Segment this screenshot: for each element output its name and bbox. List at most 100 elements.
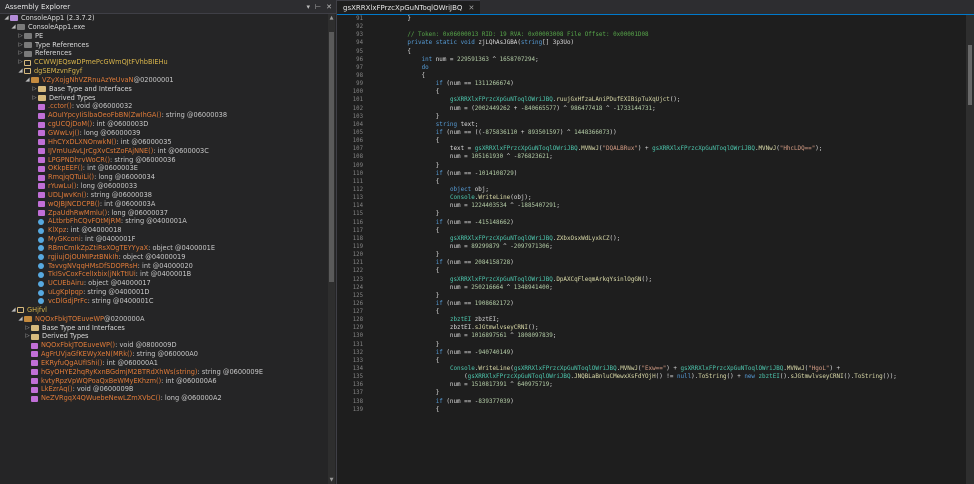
code-line[interactable]: if (num == 1908682172) — [379, 300, 974, 308]
code-line[interactable]: if (num == ((-875836110 + 893501597) ^ 1… — [379, 129, 974, 137]
code-line[interactable] — [379, 23, 974, 31]
tree-node[interactable]: EKRyfuQgAUfIShi() : int @060000A1 — [0, 359, 327, 368]
code-line[interactable]: } — [379, 162, 974, 170]
tree-node[interactable]: UDLJwvKn() : string @06000038 — [0, 191, 327, 200]
tree-node[interactable]: RmqjqQTuiLi() : long @06000034 — [0, 173, 327, 182]
collapsed-arrow-icon[interactable]: ▷ — [17, 41, 24, 50]
tree-node[interactable]: .cctor() : void @06000032 — [0, 102, 327, 111]
tree-node[interactable]: GWwLvj() : long @06000039 — [0, 129, 327, 138]
code-line[interactable]: { — [379, 137, 974, 145]
expanded-arrow-icon[interactable]: ◢ — [17, 67, 24, 76]
code-line[interactable]: } — [379, 210, 974, 218]
collapsed-arrow-icon[interactable]: ▷ — [17, 58, 24, 67]
code-line[interactable]: } — [379, 292, 974, 300]
tree-node[interactable]: ▷ Derived Types — [0, 94, 327, 103]
tree-node[interactable]: ◢ GHjfvl — [0, 306, 327, 315]
code-line[interactable]: // Token: 0x06000013 RID: 19 RVA: 0x0000… — [379, 31, 974, 39]
tree-node[interactable]: OKkpEEF() : int @0600003E — [0, 164, 327, 173]
pin-icon[interactable]: ⊢ — [315, 3, 321, 11]
tree-node[interactable]: rYuwLu() : long @06000033 — [0, 182, 327, 191]
tree-node[interactable]: cgUCQjDoM() : int @0600003D — [0, 120, 327, 129]
code-line[interactable]: num = 1224403534 ^ -1885407291; — [379, 202, 974, 210]
close-icon[interactable]: ✕ — [468, 4, 474, 12]
code-line[interactable]: gsXRRXlxFPrzcXpGuNToqlOWriJBQ.ZXbxOsxWdL… — [379, 235, 974, 243]
tree-node[interactable]: vcDlGdjPrFc : string @0400001C — [0, 297, 327, 306]
tree-node[interactable]: ◢ dgSEMzvnFgyf — [0, 67, 327, 76]
code-line[interactable]: text = gsXRRXlxFPrzcXpGuNToqlOWriJBQ.MVN… — [379, 145, 974, 153]
code-line[interactable]: num = 1016897561 ^ 1808097839; — [379, 332, 974, 340]
tree-node[interactable]: AOuIYpcyIiSlbaOeoFbBN(ZwIhGA() : string … — [0, 111, 327, 120]
code-line[interactable]: if (num == -940740149) — [379, 349, 974, 357]
code-editor[interactable]: 91 92 93 94 95 96 97 98 99 100 101 102 103 104 105 106 1… — [337, 15, 974, 484]
scroll-down-icon[interactable]: ▼ — [328, 477, 335, 483]
tree-node[interactable]: kvtyRpzVpWQPoaQxBeWMyEKhzm() : int @0600… — [0, 377, 327, 386]
code-line[interactable]: } — [379, 389, 974, 397]
tree-node[interactable]: ◢ VZyXojgNhVZRnuAzYeUvaN @02000001 — [0, 76, 327, 85]
tree-node[interactable]: ▷ References — [0, 49, 327, 58]
collapsed-arrow-icon[interactable]: ▷ — [31, 85, 38, 94]
expanded-arrow-icon[interactable]: ◢ — [17, 315, 24, 324]
code-line[interactable]: { — [379, 227, 974, 235]
code-line[interactable]: if (num == -839377039) — [379, 398, 974, 406]
scrollbar-thumb[interactable] — [329, 32, 334, 282]
tree-node[interactable]: ▷ Type References — [0, 41, 327, 50]
expanded-arrow-icon[interactable]: ◢ — [10, 23, 17, 32]
tree-node[interactable]: LPGPNDhrvWoCR() : string @06000036 — [0, 156, 327, 165]
tree-node[interactable]: ◢ NQOxFbkJTOEuveWP @0200000A — [0, 315, 327, 324]
collapsed-arrow-icon[interactable]: ▷ — [17, 32, 24, 41]
tree-node[interactable]: KlXpz : int @04000018 — [0, 226, 327, 235]
code-line[interactable]: num = 105161930 ^ -876823621; — [379, 153, 974, 161]
code-line[interactable]: { — [379, 406, 974, 414]
code-line[interactable]: } — [379, 341, 974, 349]
code-line[interactable]: { — [379, 88, 974, 96]
code-line[interactable]: num = 89299879 ^ -2097971306; — [379, 243, 974, 251]
tree-node[interactable]: NeZVRgqX4QWuebeNewLZmXVbC() : long @0600… — [0, 394, 327, 403]
tree-node[interactable]: RBmCmIkZpZtiRsXOgTEYYyaX : object @04000… — [0, 244, 327, 253]
code-line[interactable]: { — [379, 48, 974, 56]
tree-node[interactable]: TkISvCoxFcelIxbix(jNkTtIUi : int @040000… — [0, 270, 327, 279]
close-icon[interactable]: ✕ — [326, 3, 332, 11]
code-line[interactable]: { — [379, 178, 974, 186]
code-line[interactable]: int num = 229591363 ^ 1658707294; — [379, 56, 974, 64]
code-line[interactable]: string text; — [379, 121, 974, 129]
code-line[interactable]: zbztEI zbztEI; — [379, 316, 974, 324]
code-line[interactable]: num = 1510817391 ^ 640975719; — [379, 381, 974, 389]
tree-node[interactable]: HhCYxDLXNOnwkN() : int @06000035 — [0, 138, 327, 147]
collapsed-arrow-icon[interactable]: ▷ — [24, 324, 31, 333]
tree-node[interactable]: ZpaUdhRwMmlu() : long @06000037 — [0, 209, 327, 218]
code-line[interactable]: (gsXRRXlxFPrzcXpGuNToqlOWriJBQ.JNQBLaBnl… — [379, 373, 974, 381]
code-line[interactable]: { — [379, 72, 974, 80]
code-line[interactable]: Console.WriteLine(obj); — [379, 194, 974, 202]
expanded-arrow-icon[interactable]: ◢ — [3, 14, 10, 23]
code-line[interactable]: private static void zjLQhAsJGBA(string[]… — [379, 39, 974, 47]
tree-node[interactable]: ALtbrbFhCQvFOtMjRM : string @0400001A — [0, 217, 327, 226]
code-area[interactable]: } // Token: 0x06000013 RID: 19 RVA: 0x00… — [379, 15, 974, 484]
collapsed-arrow-icon[interactable]: ▷ — [31, 94, 38, 103]
code-line[interactable]: { — [379, 357, 974, 365]
tree-node[interactable]: NQOxFbkJTOEuveWP() : void @0800009D — [0, 341, 327, 350]
code-line[interactable]: if (num == -415148662) — [379, 219, 974, 227]
code-line[interactable]: if (num == -1014108729) — [379, 170, 974, 178]
tree-node[interactable]: rgjiujOjOUMIPztBNkIh : object @04000019 — [0, 253, 327, 262]
code-line[interactable]: { — [379, 308, 974, 316]
code-line[interactable]: gsXRRXlxFPrzcXpGuNToqlOWriJBQ.DpAXCqFleq… — [379, 276, 974, 284]
tree-node[interactable]: AgFrUVjaGfKEWyXeN(MRk() : string @060000… — [0, 350, 327, 359]
expanded-arrow-icon[interactable]: ◢ — [24, 76, 31, 85]
tree-node[interactable]: ▷ Base Type and Interfaces — [0, 324, 327, 333]
tree-node[interactable]: hGyOHYE2hqRyKxnBGdmjM2BTRdXhWs(string) :… — [0, 368, 327, 377]
tree-node[interactable]: IJVmUuAvLJrCgXvCstZoFAjNNE() : int @0600… — [0, 147, 327, 156]
code-line[interactable]: gsXRRXlxFPrzcXpGuNToqlOWriJBQ.ruujGxHfza… — [379, 96, 974, 104]
explorer-scrollbar[interactable]: ▲ ▼ — [328, 14, 335, 484]
tree-node[interactable]: ◢ ConsoleApp1.exe — [0, 23, 327, 32]
assembly-tree[interactable]: ◢ ConsoleApp1 (2.3.7.2) ◢ ConsoleApp1.exe ▷ P… — [0, 14, 327, 484]
tree-node[interactable]: ▷ Derived Types — [0, 332, 327, 341]
code-line[interactable]: num = (2002449262 + -840665577) ^ 986477… — [379, 105, 974, 113]
collapsed-arrow-icon[interactable]: ▷ — [17, 49, 24, 58]
tree-node[interactable]: wQJBJNCDCPB() : int @0600003A — [0, 200, 327, 209]
code-line[interactable]: object obj; — [379, 186, 974, 194]
tree-node[interactable]: LkEzrAq() : void @0600009B — [0, 385, 327, 394]
code-line[interactable]: } — [379, 251, 974, 259]
expanded-arrow-icon[interactable]: ◢ — [10, 306, 17, 315]
tree-node[interactable]: ▷ PE — [0, 32, 327, 41]
code-line[interactable]: if (num == 2084158728) — [379, 259, 974, 267]
